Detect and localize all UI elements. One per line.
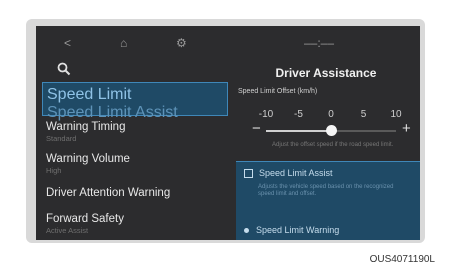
menu-item-label: Driver Attention Warning (46, 187, 171, 199)
settings-icon[interactable]: ⚙ (176, 36, 187, 50)
menu-item-sub: High (46, 166, 62, 175)
checkbox-icon[interactable] (244, 169, 253, 179)
panel-title: Driver Assistance (275, 66, 377, 80)
radio-selected-icon[interactable] (244, 228, 249, 234)
option-description: Adjusts the vehicle speed based on the r… (258, 184, 394, 197)
home-icon[interactable]: ⌂ (120, 36, 127, 50)
menu-item-sub: Standard (46, 134, 77, 143)
menu-item-warning-timing[interactable]: Warning Timing Standard (46, 120, 228, 143)
search-icon[interactable] (57, 62, 71, 76)
increase-offset-button[interactable]: + (402, 121, 411, 136)
status-indicator: ––:–– (304, 36, 335, 50)
figure-code: OUS4071190L (369, 254, 435, 265)
menu-item-sub: Active Assist (46, 226, 89, 235)
option-speed-limit-assist[interactable]: Speed Limit Assist (244, 168, 333, 179)
mode-options: Speed Limit Assist Adjusts the vehicle s… (236, 161, 420, 240)
decrease-offset-button[interactable]: − (252, 121, 261, 136)
menu-item-label: Warning Volume (46, 153, 130, 165)
tick-label: -5 (294, 109, 303, 120)
menu-item-forward-safety[interactable]: Forward Safety Active Assist (46, 212, 228, 235)
top-bar: < ⌂ ⚙ ––:–– (36, 26, 420, 60)
option-label: Speed Limit Assist (259, 168, 333, 178)
menu-item-label: Speed Limit (47, 86, 132, 103)
option-label: Speed Limit Warning (256, 225, 340, 235)
menu-item-label: Forward Safety (46, 213, 124, 225)
offset-label: Speed Limit Offset (km/h) (238, 88, 318, 95)
offset-scale: -10 -5 0 5 10 (259, 109, 402, 121)
offset-slider-fill (266, 130, 331, 132)
tick-label: 0 (328, 109, 334, 120)
offset-note: Adjust the offset speed if the road spee… (272, 142, 394, 148)
back-icon[interactable]: < (64, 36, 71, 50)
menu-item-speed-limit[interactable]: Speed Limit Speed Limit Assist (42, 82, 228, 121)
tick-label: 5 (360, 109, 367, 120)
option-speed-limit-warning[interactable]: Speed Limit Warning (244, 225, 339, 236)
infotainment-screen: < ⌂ ⚙ ––:–– Speed Limit Speed Limit Assi… (36, 26, 420, 240)
offset-slider-handle[interactable] (326, 125, 337, 136)
menu-item-driver-attention-warning[interactable]: Driver Attention Warning (46, 186, 228, 200)
menu-item-warning-volume[interactable]: Warning Volume High (46, 152, 228, 175)
offset-slider[interactable] (266, 125, 396, 136)
settings-menu: Speed Limit Speed Limit Assist Warning T… (36, 60, 228, 240)
menu-item-label: Warning Timing (46, 121, 126, 133)
driver-assistance-panel: Driver Assistance Speed Limit Offset (km… (232, 60, 420, 240)
